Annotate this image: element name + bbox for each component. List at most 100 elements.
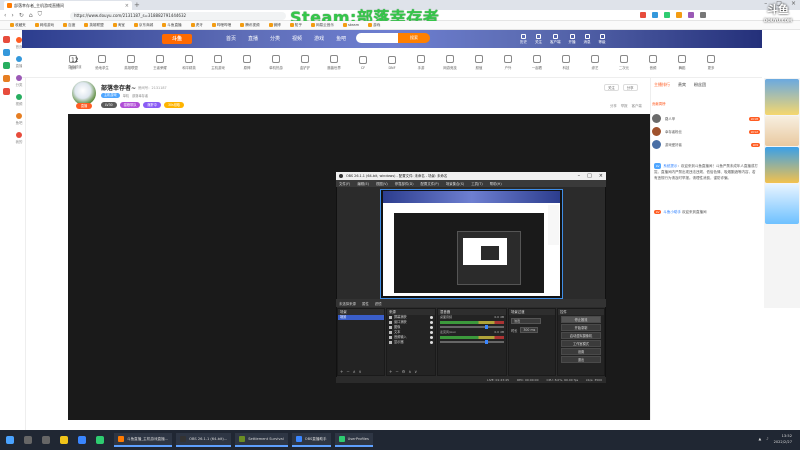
control-button-4[interactable]: 设置 — [561, 348, 601, 355]
sidebar-app-icon[interactable] — [2, 49, 10, 56]
avatar[interactable] — [652, 114, 661, 123]
clock[interactable]: 13:52 2022/2/27 — [774, 433, 792, 445]
taskbar-app[interactable]: UserProfiles — [334, 433, 373, 447]
close-tab-icon[interactable]: × — [125, 3, 129, 9]
search-button[interactable]: 搜索 — [398, 33, 430, 43]
nav-link[interactable]: 鱼吧 — [336, 35, 346, 42]
header-icon[interactable]: 消息 — [584, 34, 591, 45]
meta-item[interactable]: 主机游戏 — [101, 93, 120, 98]
taskbar-app[interactable]: OBS 26.1.1 (64-bit)... — [176, 433, 232, 447]
category-item[interactable]: 科技 — [555, 55, 577, 70]
category-item[interactable]: 金铲铲 — [294, 55, 316, 70]
rail-item-5[interactable]: 我的 — [12, 132, 26, 144]
control-button-0[interactable]: 停止推流 — [561, 316, 601, 323]
category-item[interactable]: 绝地求生 — [91, 55, 113, 70]
sidebar-app-icon[interactable] — [2, 88, 10, 95]
extension-icon[interactable] — [652, 12, 658, 18]
bookmark-item[interactable]: 微博 — [268, 23, 281, 28]
bookmark-item[interactable]: 网络游戏 — [34, 23, 54, 28]
chat-username[interactable]: 系统提示 — [663, 164, 677, 168]
action-button[interactable]: 关注 — [604, 84, 619, 91]
back-icon[interactable]: ‹ — [4, 12, 6, 19]
bookmark-item[interactable]: steam — [342, 23, 359, 27]
obs-menu-item[interactable]: 视图(V) — [376, 181, 388, 186]
browser-tab[interactable]: 部落幸存者_主机游戏直播间 × — [4, 1, 132, 10]
close-icon[interactable]: × — [599, 172, 603, 180]
reload-icon[interactable]: ↻ — [19, 12, 24, 19]
nav-link[interactable]: 首页 — [226, 35, 236, 42]
settings-icon[interactable]: ⚙ — [402, 369, 406, 374]
nav-link[interactable]: 分类 — [270, 35, 280, 42]
bookmark-item[interactable]: 淘宝 — [112, 23, 125, 28]
source-item[interactable]: 显示器 — [387, 340, 435, 345]
down-icon[interactable]: ∨ — [414, 369, 417, 374]
chat-tab[interactable]: 粉丝团 — [694, 82, 706, 88]
category-item[interactable]: 和平精英 — [178, 55, 200, 70]
header-icon[interactable]: 等级 — [599, 34, 606, 45]
control-button-2[interactable]: 启动虚拟摄像机 — [561, 332, 601, 339]
bookmark-item[interactable]: 游戏 — [368, 23, 380, 28]
nav-link[interactable]: 视频 — [292, 35, 302, 42]
streamer-tag[interactable]: 30s领取 — [163, 102, 185, 108]
category-item[interactable]: 户外 — [497, 55, 519, 70]
minimize-icon[interactable]: – — [578, 172, 581, 180]
shield-icon[interactable]: ⛉ — [38, 11, 43, 19]
category-item[interactable]: 王者荣耀 — [149, 55, 171, 70]
bookmark-item[interactable]: 斗鱼直播 — [162, 23, 182, 28]
category-item[interactable]: 魔兽世界 — [323, 55, 345, 70]
bookmark-item[interactable]: 英雄联盟 — [84, 23, 104, 28]
extension-icon[interactable] — [640, 12, 646, 18]
avatar[interactable] — [652, 140, 661, 149]
action-button[interactable]: 分享 — [622, 84, 638, 91]
volume-slider[interactable] — [440, 340, 504, 344]
visibility-icon[interactable] — [430, 331, 433, 334]
extension-icon[interactable] — [676, 12, 682, 18]
bookmark-item[interactable]: 腾讯视频 — [240, 23, 260, 28]
obs-menu-item[interactable]: 配置文件(P) — [421, 181, 439, 186]
menu-icon[interactable] — [700, 12, 706, 18]
volume-slider[interactable] — [440, 325, 504, 329]
app-icon[interactable] — [78, 436, 86, 444]
obs-menu-item[interactable]: 工具(T) — [471, 181, 483, 186]
rank-row[interactable]: 游戏爱好者 LV9 — [652, 138, 760, 151]
ad-banner[interactable] — [765, 116, 799, 146]
header-icon[interactable]: 开播 — [569, 34, 576, 45]
category-item[interactable]: 二次元 — [613, 55, 635, 70]
share-link[interactable]: 客户端 — [632, 103, 642, 108]
rank-row[interactable]: 幸存者粉丝 LV12 — [652, 125, 760, 138]
nav-link[interactable]: 直播 — [248, 35, 258, 42]
meta-item[interactable]: 单机 — [123, 93, 129, 98]
sidebar-app-icon[interactable] — [2, 62, 10, 69]
network-icon[interactable]: ▲ — [759, 437, 762, 441]
category-item[interactable]: 网游竞技 — [439, 55, 461, 70]
category-item[interactable]: 综艺 — [584, 55, 606, 70]
app-icon[interactable] — [96, 436, 104, 444]
obs-menu-item[interactable]: 帮助(H) — [490, 181, 502, 186]
visibility-icon[interactable] — [430, 336, 433, 339]
add-icon[interactable]: + — [340, 369, 343, 374]
visibility-icon[interactable] — [430, 326, 433, 329]
bookmark-item[interactable]: 虎牙 — [190, 23, 203, 28]
taskbar-app[interactable]: 斗鱼直播_主机游戏直播... — [114, 433, 173, 447]
start-icon[interactable] — [6, 436, 14, 444]
up-icon[interactable]: ∧ — [408, 369, 411, 374]
maximize-icon[interactable]: □ — [587, 172, 592, 180]
rank-row[interactable]: 路人甲 LV18 — [652, 112, 760, 125]
bookmark-item[interactable]: 知乎 — [289, 23, 302, 28]
visibility-icon[interactable] — [430, 316, 433, 319]
taskbar-app[interactable]: OBS直播助手 — [291, 433, 331, 447]
header-icon[interactable]: 历史 — [520, 34, 527, 45]
home-icon[interactable]: ⌂ — [29, 12, 33, 19]
obs-menu-item[interactable]: 文件(F) — [339, 181, 350, 186]
meta-item[interactable]: 部落幸存者 — [132, 93, 148, 98]
chat-tab[interactable]: 贵宾 — [678, 82, 686, 88]
control-button-5[interactable]: 退出 — [561, 356, 601, 363]
category-item[interactable]: 舞蹈 — [671, 55, 693, 70]
avatar[interactable] — [652, 127, 661, 136]
control-button-3[interactable]: 工作室模式 — [561, 340, 601, 347]
control-button-1[interactable]: 开始录制 — [561, 324, 601, 331]
volume-icon[interactable]: ♪ — [766, 437, 768, 441]
nav-link[interactable]: 游戏 — [314, 35, 324, 42]
ad-banner[interactable] — [765, 184, 799, 224]
avatar[interactable] — [72, 81, 96, 105]
